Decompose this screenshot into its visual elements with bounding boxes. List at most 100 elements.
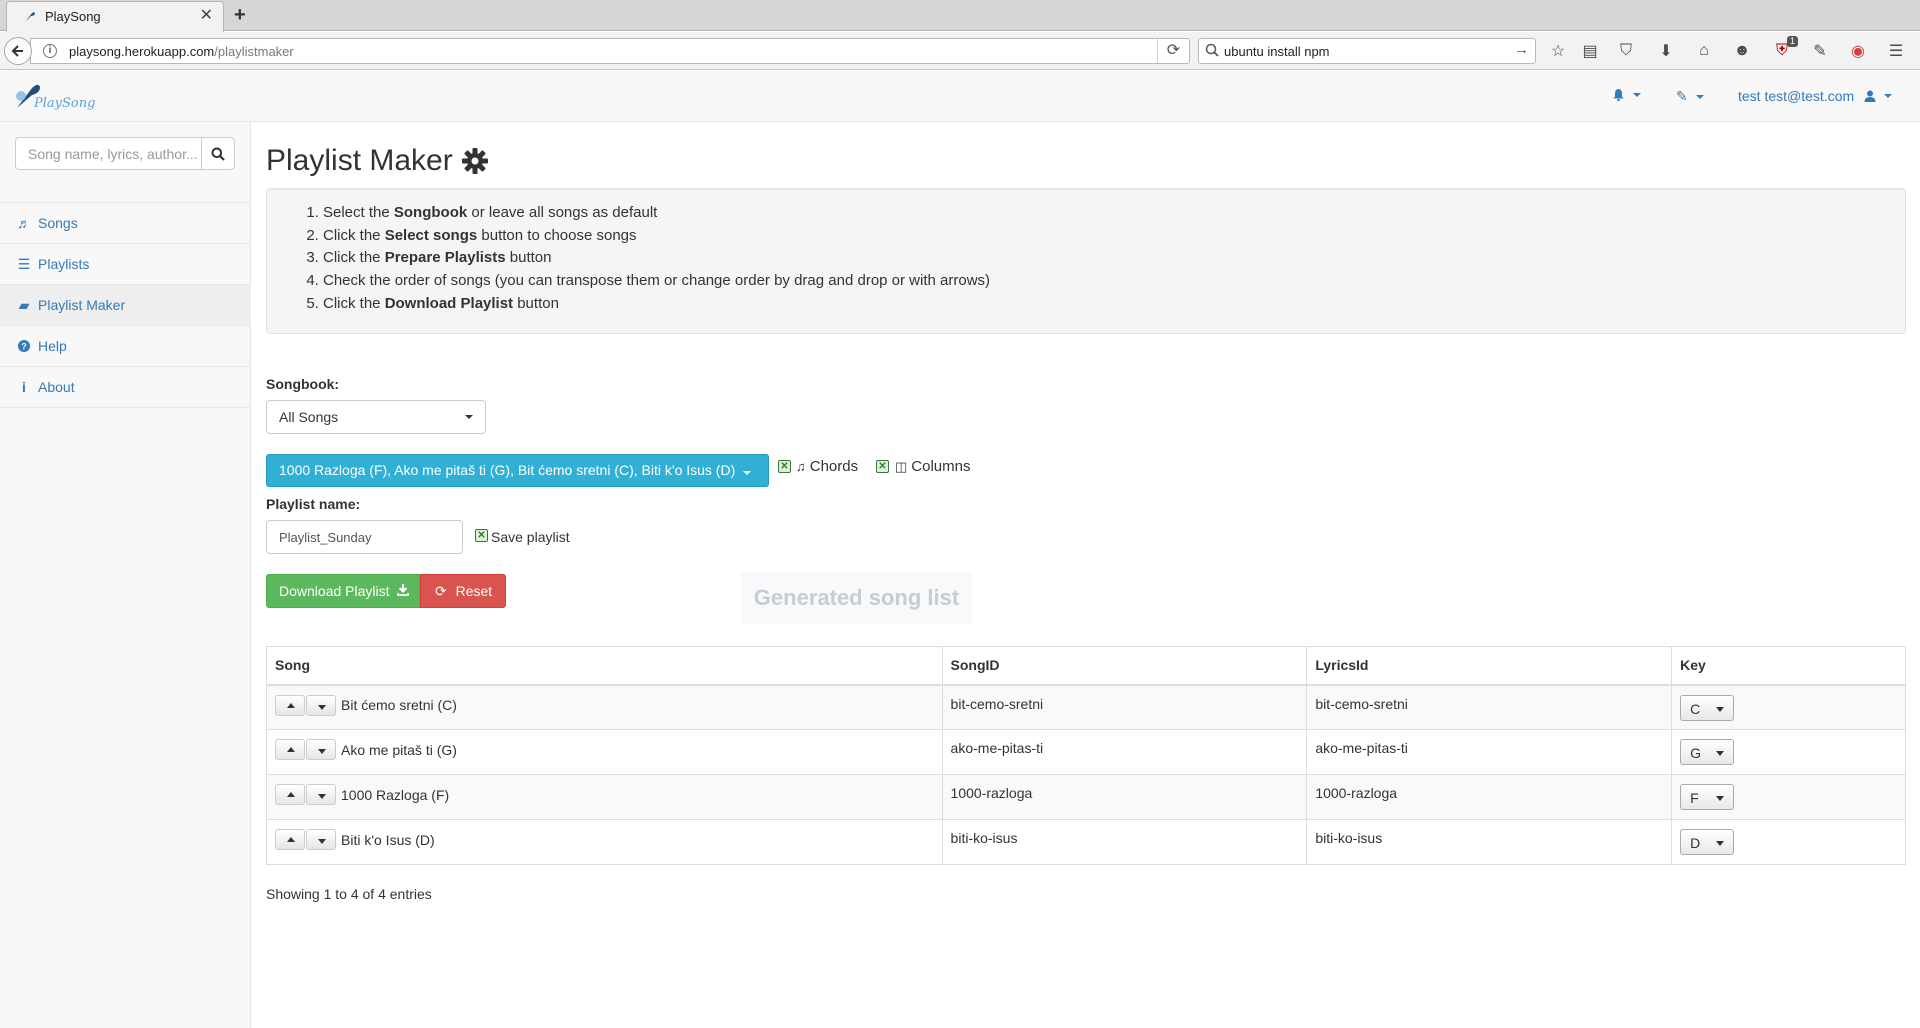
addon-icon[interactable]: ◉ xyxy=(1848,41,1868,61)
step-text: Click the xyxy=(323,249,385,267)
new-tab-icon[interactable]: + xyxy=(234,4,246,26)
sidebar-item-help[interactable]: ? Help xyxy=(0,326,251,367)
back-button[interactable] xyxy=(4,37,32,65)
app-header: PlaySong ✎ test test@test.com xyxy=(0,70,1920,122)
sidebar-item-label: About xyxy=(38,379,75,395)
move-up-button[interactable] xyxy=(275,694,305,716)
chords-checkbox[interactable]: ✕ xyxy=(778,460,791,473)
save-playlist-checkbox[interactable]: ✕ xyxy=(475,529,488,542)
url-text: playsong.herokuapp.com/playlistmaker xyxy=(69,44,294,59)
music-note-icon: ♫ xyxy=(796,459,806,474)
instruction-step: Click the Select songs button to choose … xyxy=(323,225,990,248)
browser-tab-strip: PlaySong ✕ + xyxy=(0,0,1920,32)
svg-text:?: ? xyxy=(21,342,27,352)
column-header-lyricsid[interactable]: LyricsId xyxy=(1306,646,1673,686)
step-text: or leave all songs as default xyxy=(467,204,658,221)
lyricsid-cell: bit-cemo-sretni xyxy=(1306,684,1673,730)
move-down-button[interactable] xyxy=(306,829,336,850)
sidebar-item-about[interactable]: i About xyxy=(0,367,251,408)
notes-icon[interactable]: ✎ xyxy=(1810,41,1830,61)
bell-icon xyxy=(1613,89,1624,101)
bookmark-star-icon[interactable]: ☆ xyxy=(1548,41,1568,61)
sidebar-nav: ♬ Songs ☰ Playlists ▰ Playlist Maker ? H… xyxy=(0,202,251,408)
search-icon xyxy=(1205,43,1219,57)
sidebar-item-songs[interactable]: ♬ Songs xyxy=(0,203,251,244)
column-header-songid[interactable]: SongID xyxy=(941,646,1308,686)
pocket-icon[interactable]: ⛉ xyxy=(1616,41,1636,61)
reload-icon[interactable]: ⟳ xyxy=(1157,39,1189,63)
download-playlist-button[interactable]: Download Playlist xyxy=(266,574,420,608)
arrow-down-icon xyxy=(318,839,326,844)
ublock-icon[interactable]: ⛨ 1 xyxy=(1772,36,1798,61)
table-row[interactable]: 1000 Razloga (F) 1000-razloga 1000-razlo… xyxy=(266,774,1906,820)
chevron-down-icon xyxy=(1716,706,1725,712)
refresh-icon: ⟳ xyxy=(435,583,447,599)
page-title-text: Playlist Maker xyxy=(266,144,453,177)
home-icon[interactable]: ⌂ xyxy=(1694,41,1714,61)
chevron-down-icon xyxy=(1716,751,1725,756)
url-bar[interactable]: i playsong.herokuapp.com/playlistmaker ⟳ xyxy=(30,38,1190,64)
move-up-button[interactable] xyxy=(275,829,305,850)
column-header-key[interactable]: Key xyxy=(1671,646,1906,686)
table-row[interactable]: Ako me pitaš ti (G) ako-me-pitas-ti ako-… xyxy=(266,729,1906,775)
user-email: test test@test.com xyxy=(1738,88,1855,104)
search-go-icon[interactable]: → xyxy=(1514,41,1529,58)
browser-search-bar[interactable]: ubuntu install npm → xyxy=(1198,38,1536,64)
song-table: Song SongID LyricsId Key Bit ćemo sretni… xyxy=(266,646,1906,865)
step-text: button to choose songs xyxy=(477,226,637,244)
reset-button[interactable]: ⟳ Reset xyxy=(420,574,506,608)
songid-cell: bit-cemo-sretni xyxy=(941,684,1308,730)
key-select[interactable]: G xyxy=(1680,739,1735,765)
chat-icon[interactable]: ☻ xyxy=(1732,41,1752,61)
move-up-button[interactable] xyxy=(275,739,305,760)
step-text: button xyxy=(513,294,559,312)
playsong-logo[interactable]: PlaySong xyxy=(14,82,104,116)
column-header-song[interactable]: Song xyxy=(266,646,943,686)
key-select[interactable]: D xyxy=(1680,829,1735,855)
move-up-button[interactable] xyxy=(275,784,305,805)
key-cell: G xyxy=(1671,729,1906,775)
notifications-dropdown[interactable] xyxy=(1612,88,1641,101)
select-songs-button[interactable]: 1000 Razloga (F), Ako me pitaš ti (G), B… xyxy=(266,454,769,487)
arrow-up-icon xyxy=(287,747,295,752)
columns-label: ◫ Columns xyxy=(895,458,970,475)
chords-label: ♫ Chords xyxy=(796,458,858,475)
page-title: Playlist Maker xyxy=(266,144,489,178)
move-down-button[interactable] xyxy=(306,694,336,716)
site-info-icon[interactable]: i xyxy=(43,44,57,58)
user-dropdown[interactable]: test test@test.com xyxy=(1738,88,1893,104)
key-cell: C xyxy=(1671,684,1906,730)
songbook-select[interactable]: All Songs xyxy=(266,400,486,434)
key-select[interactable]: F xyxy=(1680,784,1735,810)
reading-list-icon[interactable]: ▤ xyxy=(1580,41,1600,61)
lyricsid-cell: 1000-razloga xyxy=(1306,774,1673,820)
columns-checkbox[interactable]: ✕ xyxy=(876,460,889,473)
arrow-up-icon xyxy=(287,702,295,708)
key-cell: F xyxy=(1671,774,1906,820)
move-down-button[interactable] xyxy=(306,739,336,760)
key-select[interactable]: C xyxy=(1680,694,1735,721)
save-playlist-label: Save playlist xyxy=(491,529,570,545)
music-icon: ♬ xyxy=(17,215,31,231)
chevron-down-icon xyxy=(1884,94,1893,98)
browser-tab[interactable]: PlaySong ✕ xyxy=(6,1,224,32)
table-row[interactable]: Bit ćemo sretni (C) bit-cemo-sretni bit-… xyxy=(266,684,1906,730)
table-info: Showing 1 to 4 of 4 entries xyxy=(266,886,432,902)
lyricsid-cell: ako-me-pitas-ti xyxy=(1306,729,1673,775)
search-button[interactable] xyxy=(201,138,234,169)
playlist-name-input[interactable]: Playlist_Sunday xyxy=(266,520,463,554)
song-cell: Biti k'o Isus (D) xyxy=(266,819,943,865)
sidebar-item-playlists[interactable]: ☰ Playlists xyxy=(0,244,251,285)
sidebar-item-playlist-maker[interactable]: ▰ Playlist Maker xyxy=(0,285,251,326)
sidebar: ♬ Songs ☰ Playlists ▰ Playlist Maker ? H… xyxy=(0,122,251,1028)
move-down-button[interactable] xyxy=(306,784,336,805)
instructions-panel: Select the Songbook or leave all songs a… xyxy=(266,188,1906,334)
downloads-icon[interactable]: ⬇ xyxy=(1656,41,1676,61)
edit-dropdown[interactable]: ✎ xyxy=(1676,88,1704,105)
menu-icon[interactable]: ☰ xyxy=(1886,41,1906,61)
table-row[interactable]: Biti k'o Isus (D) biti-ko-isus biti-ko-i… xyxy=(266,819,1906,865)
song-search-input[interactable] xyxy=(28,146,198,162)
instruction-step: Select the Songbook or leave all songs a… xyxy=(323,202,990,225)
gear-icon[interactable] xyxy=(461,147,489,175)
tab-close-icon[interactable]: ✕ xyxy=(200,7,213,25)
